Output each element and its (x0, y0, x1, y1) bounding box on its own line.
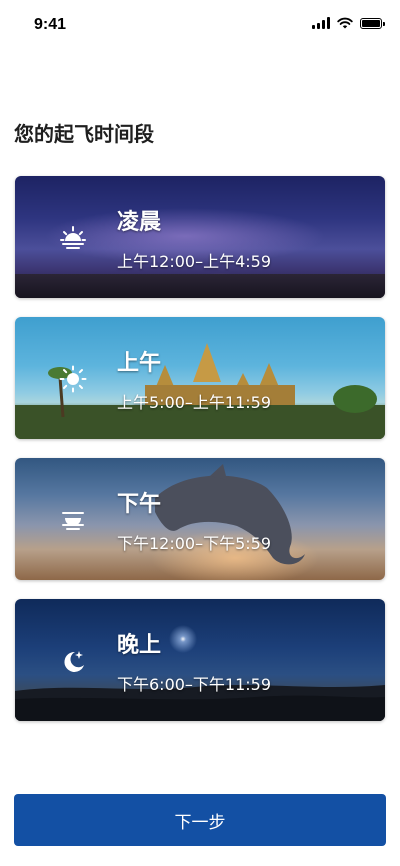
time-slot-card-morning[interactable]: 上午 上午5:00–上午11:59 (15, 317, 385, 439)
status-time: 9:41 (34, 16, 67, 33)
time-slot-card-afternoon[interactable]: 下午 下午12:00–下午5:59 (15, 458, 385, 580)
time-slot-card-dawn[interactable]: 凌晨 上午12:00–上午4:59 (15, 176, 385, 298)
next-button[interactable]: 下一步 (14, 794, 386, 846)
battery-icon (360, 17, 385, 29)
time-slot-range: 上午12:00–上午4:59 (117, 252, 272, 271)
time-slot-range: 下午6:00–下午11:59 (117, 675, 272, 694)
status-bar: 9:41 (0, 0, 400, 50)
wifi-icon (337, 17, 353, 29)
page-title: 您的起飞时间段 (14, 122, 154, 146)
signal-icon (312, 17, 330, 29)
time-slot-label: 凌晨 (117, 210, 162, 235)
time-slot-label: 下午 (117, 492, 162, 517)
sunrise-icon (60, 226, 86, 249)
time-slot-range: 下午12:00–下午5:59 (117, 534, 272, 553)
sun-icon (59, 365, 87, 393)
sunset-icon (62, 512, 84, 530)
time-slot-range: 上午5:00–上午11:59 (117, 393, 272, 412)
time-slot-label: 晚上 (117, 633, 162, 658)
time-slot-card-night[interactable]: 晚上 下午6:00–下午11:59 (15, 599, 385, 721)
status-icons (312, 17, 385, 29)
time-slot-label: 上午 (117, 351, 162, 376)
moon-icon (64, 651, 84, 672)
